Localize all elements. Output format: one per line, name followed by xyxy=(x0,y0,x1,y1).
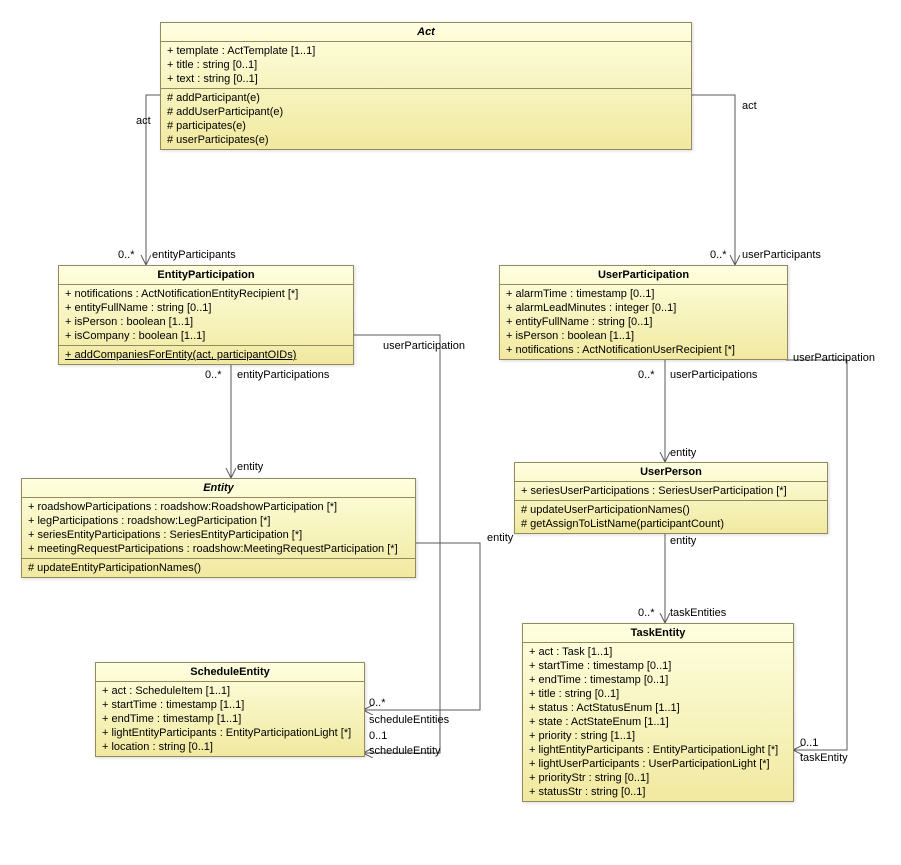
role-label: scheduleEntity xyxy=(369,745,441,757)
role-label: entity xyxy=(670,535,696,547)
class-title: TaskEntity xyxy=(523,624,793,643)
op: # userParticipates(e) xyxy=(161,133,691,147)
role-label: userParticipants xyxy=(742,249,821,261)
attr: + isCompany : boolean [1..1] xyxy=(59,329,353,343)
role-label: entityParticipants xyxy=(152,249,236,261)
class-title: ScheduleEntity xyxy=(96,663,364,682)
op: + addCompaniesForEntity(act, participant… xyxy=(59,348,353,362)
class-operations: + addCompaniesForEntity(act, participant… xyxy=(59,346,353,364)
class-schedule-entity: ScheduleEntity + act : ScheduleItem [1..… xyxy=(95,662,365,757)
attr: + alarmLeadMinutes : integer [0..1] xyxy=(500,301,787,315)
attr: + meetingRequestParticipations : roadsho… xyxy=(22,542,415,556)
role-label: entity xyxy=(487,532,513,544)
attr: + lightEntityParticipants : EntityPartic… xyxy=(96,726,364,740)
op: # updateEntityParticipationNames() xyxy=(22,561,415,575)
attr: + text : string [0..1] xyxy=(161,72,691,86)
mult-label: 0..* xyxy=(638,369,655,381)
attr: + entityFullName : string [0..1] xyxy=(500,315,787,329)
role-label: act xyxy=(136,115,151,127)
attr: + priorityStr : string [0..1] xyxy=(523,771,793,785)
attr: + state : ActStateEnum [1..1] xyxy=(523,715,793,729)
op: # getAssignToListName(participantCount) xyxy=(515,517,827,531)
attr: + title : string [0..1] xyxy=(161,58,691,72)
class-operations: # updateUserParticipationNames() # getAs… xyxy=(515,501,827,533)
role-label: entityParticipations xyxy=(237,369,329,381)
role-label: taskEntities xyxy=(670,607,726,619)
class-attributes: + roadshowParticipations : roadshow:Road… xyxy=(22,498,415,559)
op: # addUserParticipant(e) xyxy=(161,105,691,119)
op: # updateUserParticipationNames() xyxy=(515,503,827,517)
class-attributes: + alarmTime : timestamp [0..1] + alarmLe… xyxy=(500,285,787,359)
attr: + isPerson : boolean [1..1] xyxy=(500,329,787,343)
op: # addParticipant(e) xyxy=(161,91,691,105)
op: # participates(e) xyxy=(161,119,691,133)
mult-label: 0..* xyxy=(118,249,135,261)
class-attributes: + act : ScheduleItem [1..1] + startTime … xyxy=(96,682,364,756)
attr: + roadshowParticipations : roadshow:Road… xyxy=(22,500,415,514)
class-title: UserParticipation xyxy=(500,266,787,285)
attr: + notifications : ActNotificationEntityR… xyxy=(59,287,353,301)
attr: + priority : string [1..1] xyxy=(523,729,793,743)
class-title: EntityParticipation xyxy=(59,266,353,285)
role-label: taskEntity xyxy=(800,752,848,764)
attr: + isPerson : boolean [1..1] xyxy=(59,315,353,329)
mult-label: 0..1 xyxy=(800,737,818,749)
role-label: entity xyxy=(670,447,696,459)
class-task-entity: TaskEntity + act : Task [1..1] + startTi… xyxy=(522,623,794,802)
attr: + seriesUserParticipations : SeriesUserP… xyxy=(515,484,827,498)
class-operations: # updateEntityParticipationNames() xyxy=(22,559,415,577)
attr: + notifications : ActNotificationUserRec… xyxy=(500,343,787,357)
mult-label: 0..* xyxy=(638,607,655,619)
role-label: entity xyxy=(237,461,263,473)
role-label: act xyxy=(742,100,757,112)
attr: + act : Task [1..1] xyxy=(523,645,793,659)
mult-label: 0..* xyxy=(710,249,727,261)
mult-label: 0..* xyxy=(205,369,222,381)
attr: + seriesEntityParticipations : SeriesEnt… xyxy=(22,528,415,542)
attr: + alarmTime : timestamp [0..1] xyxy=(500,287,787,301)
class-user-person: UserPerson + seriesUserParticipations : … xyxy=(514,462,828,534)
attr: + startTime : timestamp [0..1] xyxy=(523,659,793,673)
mult-label: 0..1 xyxy=(369,730,387,742)
attr: + template : ActTemplate [1..1] xyxy=(161,44,691,58)
class-title: Act xyxy=(161,23,691,42)
role-label: scheduleEntities xyxy=(369,714,449,726)
attr: + startTime : timestamp [1..1] xyxy=(96,698,364,712)
class-attributes: + template : ActTemplate [1..1] + title … xyxy=(161,42,691,89)
attr: + endTime : timestamp [1..1] xyxy=(96,712,364,726)
role-label: userParticipation xyxy=(383,340,465,352)
role-label: userParticipation xyxy=(793,352,875,364)
class-act: Act + template : ActTemplate [1..1] + ti… xyxy=(160,22,692,150)
class-title: UserPerson xyxy=(515,463,827,482)
attr: + legParticipations : roadshow:LegPartic… xyxy=(22,514,415,528)
class-entity-participation: EntityParticipation + notifications : Ac… xyxy=(58,265,354,365)
attr: + status : ActStatusEnum [1..1] xyxy=(523,701,793,715)
attr: + statusStr : string [0..1] xyxy=(523,785,793,799)
role-label: userParticipations xyxy=(670,369,757,381)
class-attributes: + act : Task [1..1] + startTime : timest… xyxy=(523,643,793,801)
class-entity: Entity + roadshowParticipations : roadsh… xyxy=(21,478,416,578)
class-title: Entity xyxy=(22,479,415,498)
attr: + lightUserParticipants : UserParticipat… xyxy=(523,757,793,771)
attr: + lightEntityParticipants : EntityPartic… xyxy=(523,743,793,757)
class-attributes: + seriesUserParticipations : SeriesUserP… xyxy=(515,482,827,501)
class-operations: # addParticipant(e) # addUserParticipant… xyxy=(161,89,691,149)
attr: + entityFullName : string [0..1] xyxy=(59,301,353,315)
class-attributes: + notifications : ActNotificationEntityR… xyxy=(59,285,353,346)
attr: + act : ScheduleItem [1..1] xyxy=(96,684,364,698)
attr: + location : string [0..1] xyxy=(96,740,364,754)
attr: + endTime : timestamp [0..1] xyxy=(523,673,793,687)
attr: + title : string [0..1] xyxy=(523,687,793,701)
mult-label: 0..* xyxy=(369,697,386,709)
class-user-participation: UserParticipation + alarmTime : timestam… xyxy=(499,265,788,360)
